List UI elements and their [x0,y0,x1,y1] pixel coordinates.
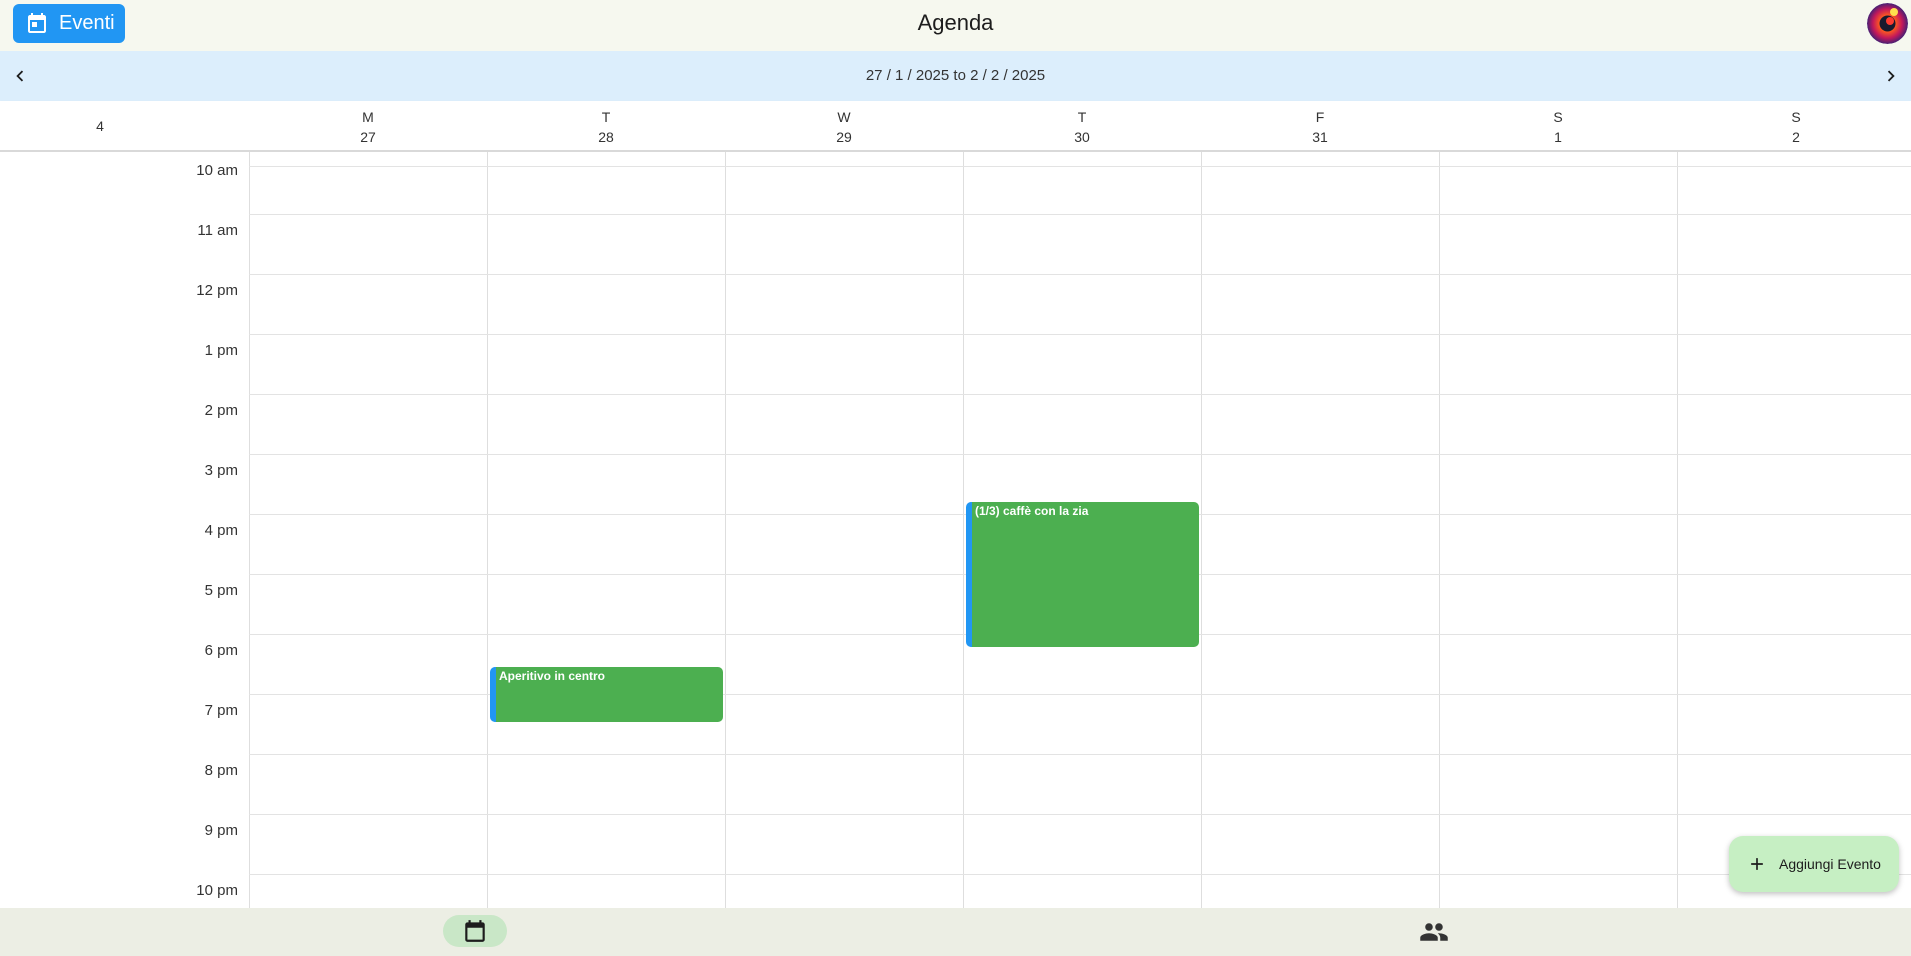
app: Eventi Agenda 27 / 1 / 2025 to 2 / 2 / 2… [0,0,1911,956]
week-range: 27 / 1 / 2025 to 2 / 2 / 2025 [865,67,1046,84]
add-event-button[interactable]: Aggiungi Evento [1729,836,1899,892]
day-date: 2 [1792,129,1800,145]
hour-line [249,214,1911,215]
day-header-3: T 30 [963,107,1201,147]
hour-label: 3 pm [204,462,238,479]
people-icon [1420,923,1448,941]
day-divider [1201,152,1202,908]
day-date: 1 [1554,129,1562,145]
day-date: 27 [360,129,376,145]
hour-line [249,454,1911,455]
hour-label: 1 pm [204,342,238,359]
day-letter: M [362,109,374,125]
hour-label: 7 pm [204,702,238,719]
day-letter: S [1791,109,1801,125]
page-title: Agenda [917,10,994,35]
day-date: 31 [1312,129,1328,145]
week-number: 4 [96,118,104,134]
hour-line [249,274,1911,275]
hour-label: 5 pm [204,582,238,599]
day-divider [1677,152,1678,908]
hour-line [249,394,1911,395]
day-letter: W [837,109,851,125]
week-grid: 10 am 11 am 12 pm 1 pm 2 pm 3 pm 4 pm 5 pm 6 pm 7… [0,152,1911,908]
day-letter: S [1553,109,1563,125]
day-header-4: F 31 [1201,107,1439,147]
day-header-2: W 29 [725,107,963,147]
calendar-event[interactable]: Aperitivo in centro [490,667,723,722]
calendar-event[interactable]: (1/3) caffè con la zia [966,502,1199,647]
nav-people[interactable] [1418,918,1450,946]
hour-label: 10 pm [196,882,238,899]
hour-label: 4 pm [204,522,238,539]
nav-calendar[interactable] [443,915,507,947]
day-divider [725,152,726,908]
event-title: Aperitivo in centro [499,669,606,683]
day-divider [249,152,250,908]
hour-line [249,754,1911,755]
day-letter: T [601,109,611,125]
hour-line [249,814,1911,815]
hour-label: 11 am [197,222,238,239]
avatar[interactable] [1867,3,1908,44]
day-header-1: T 28 [487,107,725,147]
hour-label: 12 pm [196,282,238,299]
day-date: 28 [598,129,614,145]
day-date: 30 [1074,129,1090,145]
day-header-6: S2 [1677,107,1911,147]
hour-label: 9 pm [204,822,238,839]
day-header: 4 M 27 T 28 W 29 T 30 F 31 S 1 S 2 [0,101,1911,152]
bottom-navigation [0,908,1911,956]
hour-label: 8 pm [204,762,238,779]
event-title: (1/3) caffè con la zia [975,504,1089,518]
hour-line [249,874,1911,875]
day-header-5: S1 [1439,107,1677,147]
day-letter: T [1077,109,1087,125]
day-header-0: M 27 [249,107,487,147]
hour-label: 10 am [196,162,238,179]
hour-label: 6 pm [204,642,238,659]
day-divider [963,152,964,908]
day-date: 29 [836,129,852,145]
week-navigation-bar: 27 / 1 / 2025 to 2 / 2 / 2025 [0,51,1911,101]
add-event-label: Aggiungi Evento [1779,856,1881,872]
plus-icon [1751,858,1763,870]
hour-line [249,166,1911,167]
day-divider [1439,152,1440,908]
chevron-right-icon[interactable] [1880,65,1902,87]
hour-label: 2 pm [204,402,238,419]
top-app-bar: Eventi Agenda [0,0,1911,51]
hour-line [249,334,1911,335]
day-divider [487,152,488,908]
calendar-icon [465,920,485,942]
day-letter: F [1315,109,1325,125]
